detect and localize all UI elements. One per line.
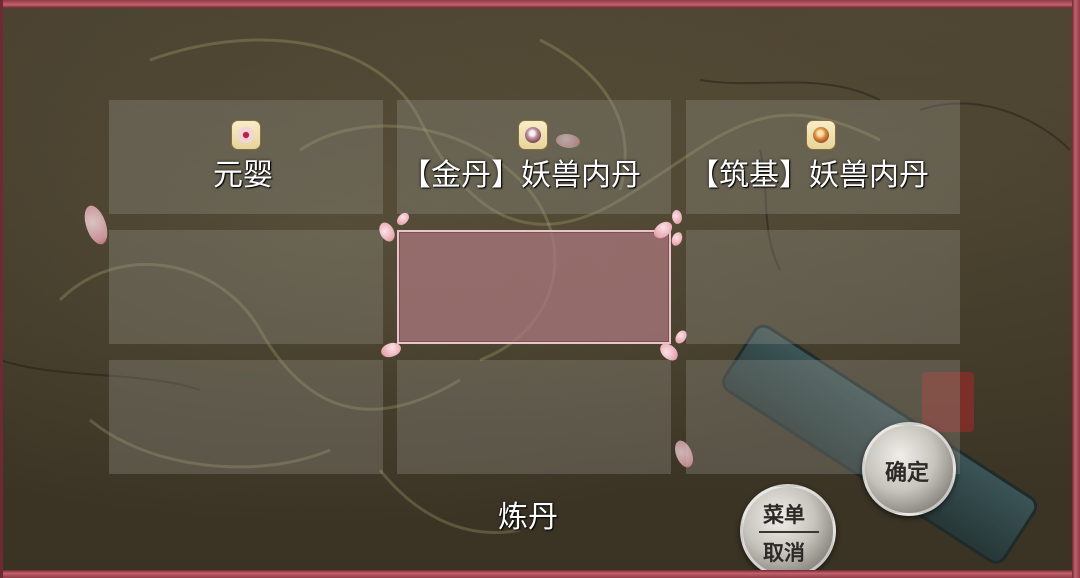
confirm-button[interactable]: 确定 <box>862 422 956 516</box>
cancel-label: 取消 <box>763 540 805 565</box>
item-label: 【筑基】妖兽内丹 <box>689 158 929 193</box>
game-screen: 元婴 【金丹】妖兽内丹 【筑基】妖兽内丹 炼丹 确定 菜单 取消 <box>0 0 1080 578</box>
grid-cell-7[interactable] <box>109 360 383 474</box>
grid-cell-8[interactable] <box>397 360 671 474</box>
frame-right-border <box>1072 0 1080 578</box>
grid-cell-4[interactable] <box>109 230 383 344</box>
screen-title: 炼丹 <box>498 500 558 535</box>
frame-left-border <box>0 0 3 578</box>
red-eye-pill-icon <box>231 120 261 150</box>
gold-core-icon <box>518 120 548 150</box>
foundation-core-icon <box>806 120 836 150</box>
button-divider <box>759 531 819 533</box>
grid-cell-3[interactable]: 【筑基】妖兽内丹 <box>686 100 960 214</box>
grid-cell-1[interactable]: 元婴 <box>109 100 383 214</box>
menu-label: 菜单 <box>763 502 805 527</box>
menu-cancel-button[interactable]: 菜单 取消 <box>740 484 836 578</box>
item-label: 元婴 <box>213 158 273 193</box>
grid-cell-5-selected[interactable] <box>397 230 671 344</box>
frame-top-border <box>0 0 1080 8</box>
frame-bottom-border <box>0 570 1080 578</box>
confirm-label: 确定 <box>885 460 930 486</box>
grid-cell-2[interactable]: 【金丹】妖兽内丹 <box>397 100 671 214</box>
item-label: 【金丹】妖兽内丹 <box>401 158 641 193</box>
grid-cell-6[interactable] <box>686 230 960 344</box>
